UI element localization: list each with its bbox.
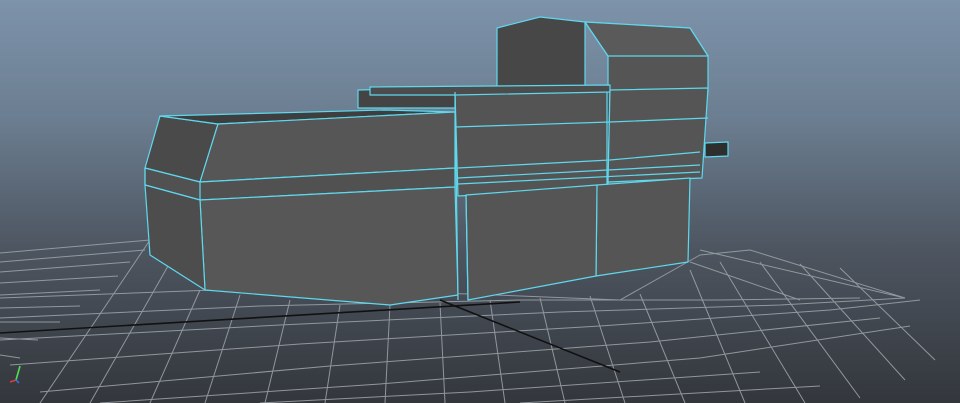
mesh-face-left-side-lower[interactable] — [144, 184, 206, 291]
mesh-face-left-front-lower[interactable] — [199, 186, 459, 306]
scene-canvas[interactable] — [0, 0, 960, 403]
mesh-face-right-upper[interactable] — [607, 87, 709, 183]
grid-axis-lines — [0, 299, 621, 373]
mesh-model[interactable] — [144, 16, 729, 306]
mesh-face-back-top-left[interactable] — [496, 16, 586, 93]
viewport-3d[interactable] — [0, 0, 960, 403]
mesh-face-right-lower[interactable] — [595, 177, 691, 277]
axis-orientation-gizmo — [9, 365, 21, 384]
mesh-face-center-lower[interactable] — [465, 184, 598, 301]
axis-y-icon — [15, 365, 21, 381]
axis-x-icon — [9, 379, 17, 383]
mesh-face-back-top-slope[interactable] — [584, 21, 709, 57]
mesh-face-tab[interactable] — [704, 141, 729, 158]
axis-z-icon — [15, 379, 20, 384]
